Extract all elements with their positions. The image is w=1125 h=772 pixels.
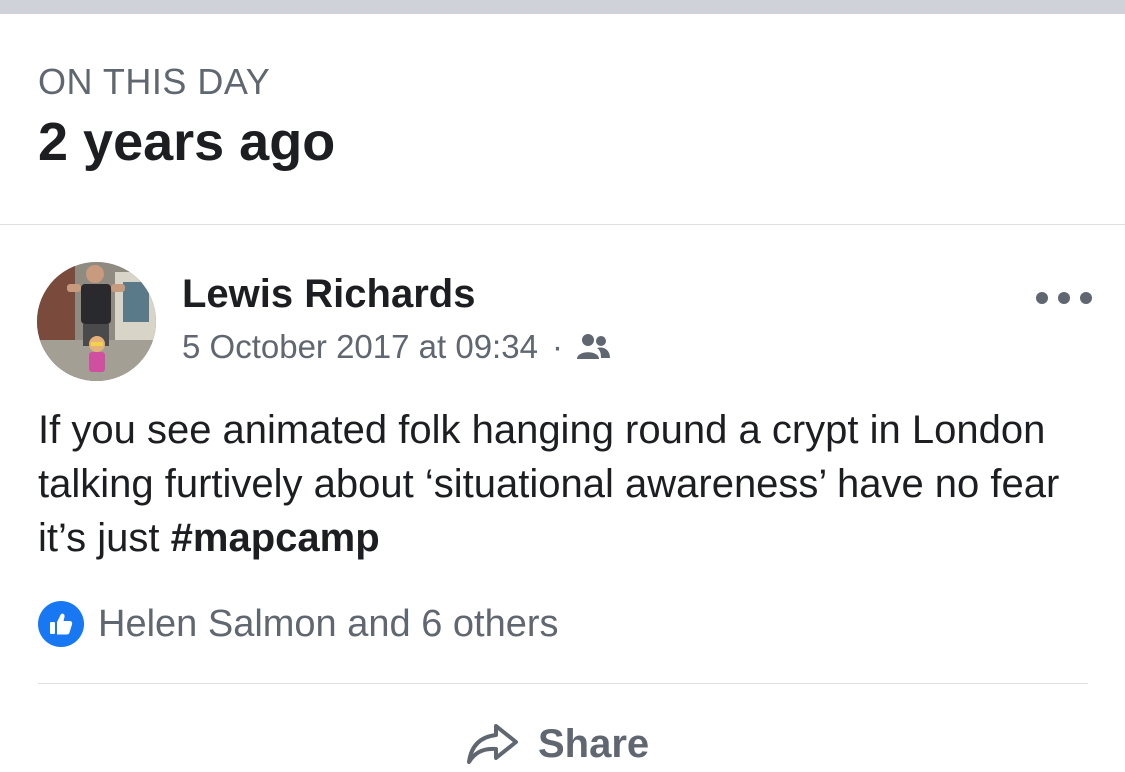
top-separator-bar <box>0 0 1125 14</box>
share-label: Share <box>538 722 650 766</box>
share-icon <box>466 722 520 766</box>
author-avatar[interactable] <box>37 262 156 381</box>
avatar-image <box>37 262 156 381</box>
author-name[interactable]: Lewis Richards <box>182 270 475 318</box>
post-text: If you see animated folk hanging round a… <box>38 403 1088 565</box>
hashtag-link[interactable]: #mapcamp <box>171 516 380 560</box>
actions-divider <box>38 683 1088 684</box>
meta-separator: · <box>551 328 563 365</box>
more-dot <box>1080 292 1092 304</box>
more-dot <box>1058 292 1070 304</box>
section-divider <box>0 224 1125 225</box>
memory-header: ON THIS DAY 2 years ago <box>38 60 335 174</box>
friends-icon <box>575 332 611 362</box>
memory-headline: 2 years ago <box>38 112 336 172</box>
post-timestamp[interactable]: 5 October 2017 at 09:34 <box>182 326 538 368</box>
more-options-icon[interactable] <box>1036 284 1092 312</box>
like-icon <box>38 601 84 647</box>
reaction-summary-text: Helen Salmon and 6 others <box>98 603 559 645</box>
share-button[interactable]: Share <box>466 716 649 772</box>
memory-eyebrow: ON THIS DAY <box>38 61 271 102</box>
more-dot <box>1036 292 1048 304</box>
post-meta: 5 October 2017 at 09:34 · <box>182 326 611 368</box>
reactions-summary[interactable]: Helen Salmon and 6 others <box>38 600 559 648</box>
